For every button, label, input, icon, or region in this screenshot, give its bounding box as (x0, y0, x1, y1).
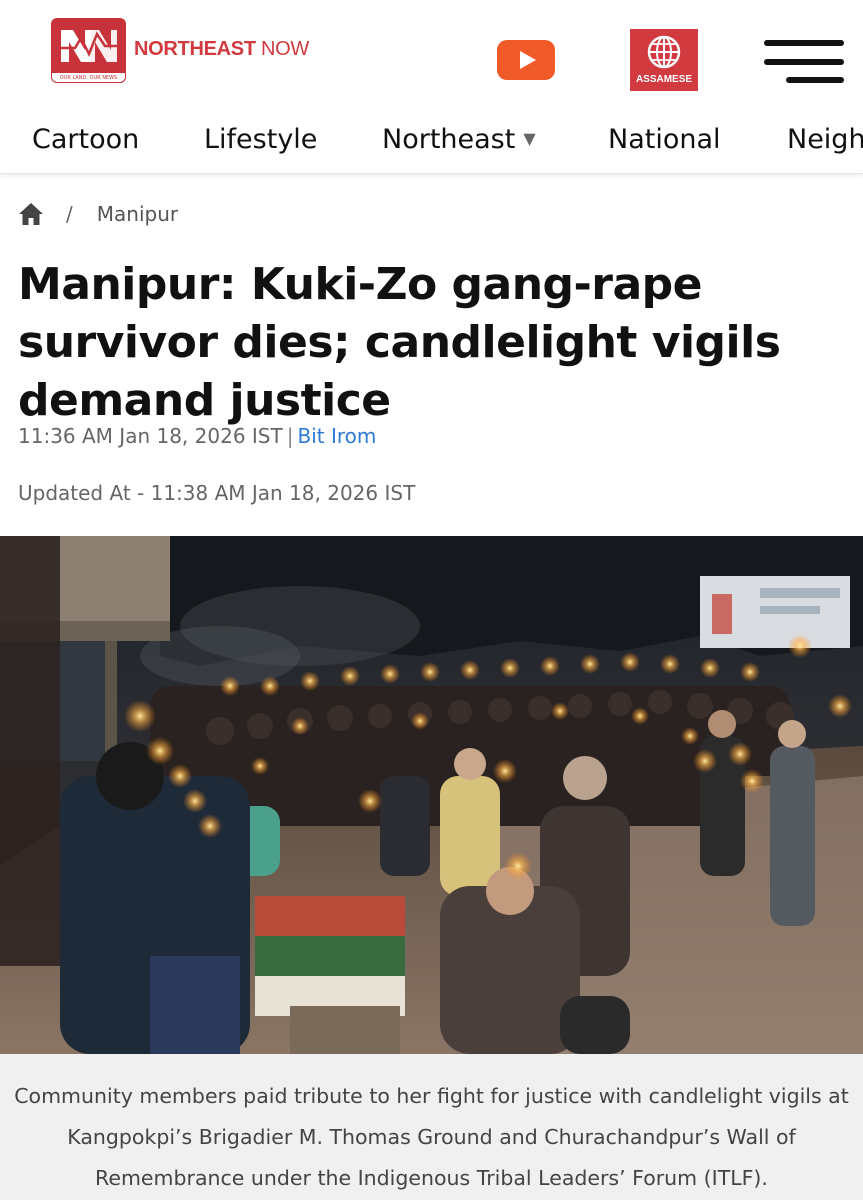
brand-bold: NORTHEAST (134, 38, 256, 60)
published-timestamp: 11:36 AM Jan 18, 2026 IST (18, 424, 283, 448)
globe-icon (647, 35, 681, 69)
assamese-edition-button[interactable]: ASSAMESE (630, 29, 698, 91)
brand-light: NOW (255, 38, 309, 60)
article-title: Manipur: Kuki-Zo gang-rape survivor dies… (18, 259, 781, 426)
site-header: NORTHEAST NOW OUR LAND. OUR NEWS NORTHEA… (0, 0, 863, 110)
assamese-label: ASSAMESE (635, 74, 693, 85)
nav-item-national[interactable]: National (608, 124, 721, 155)
nav-item-northeast-label: Northeast (382, 124, 516, 155)
breadcrumb-separator: / (66, 202, 73, 226)
hamburger-menu-icon[interactable] (764, 40, 844, 84)
logo-tagline: OUR LAND. OUR NEWS (51, 73, 126, 83)
byline-separator: | (286, 424, 294, 448)
author-link[interactable]: Bit Irom (297, 424, 376, 448)
logo-nn-mark (57, 30, 121, 62)
nav-item-cartoon[interactable]: Cartoon (32, 124, 139, 155)
site-logo[interactable]: NORTHEAST NOW OUR LAND. OUR NEWS (51, 18, 126, 83)
article-byline: 11:36 AM Jan 18, 2026 IST | Bit Irom (18, 424, 376, 448)
article-hero-image (0, 536, 863, 1054)
candlelight-vigil-photo (0, 536, 863, 1054)
category-nav: Cartoon Lifestyle Northeast ▼ National Ne… (0, 110, 863, 174)
brand-name[interactable]: NORTHEAST NOW (134, 38, 309, 61)
nav-item-northeast[interactable]: Northeast ▼ (382, 124, 536, 155)
youtube-play-icon[interactable] (497, 40, 555, 80)
image-caption: Community members paid tribute to her fi… (0, 1054, 863, 1200)
chevron-down-icon: ▼ (523, 129, 536, 148)
home-icon[interactable] (18, 201, 44, 227)
nav-item-neighbour[interactable]: Neigh (787, 124, 863, 155)
breadcrumb-current[interactable]: Manipur (97, 202, 178, 226)
breadcrumb: / Manipur (18, 198, 178, 230)
nav-item-lifestyle[interactable]: Lifestyle (204, 124, 317, 155)
updated-timestamp: Updated At - 11:38 AM Jan 18, 2026 IST (18, 481, 416, 505)
